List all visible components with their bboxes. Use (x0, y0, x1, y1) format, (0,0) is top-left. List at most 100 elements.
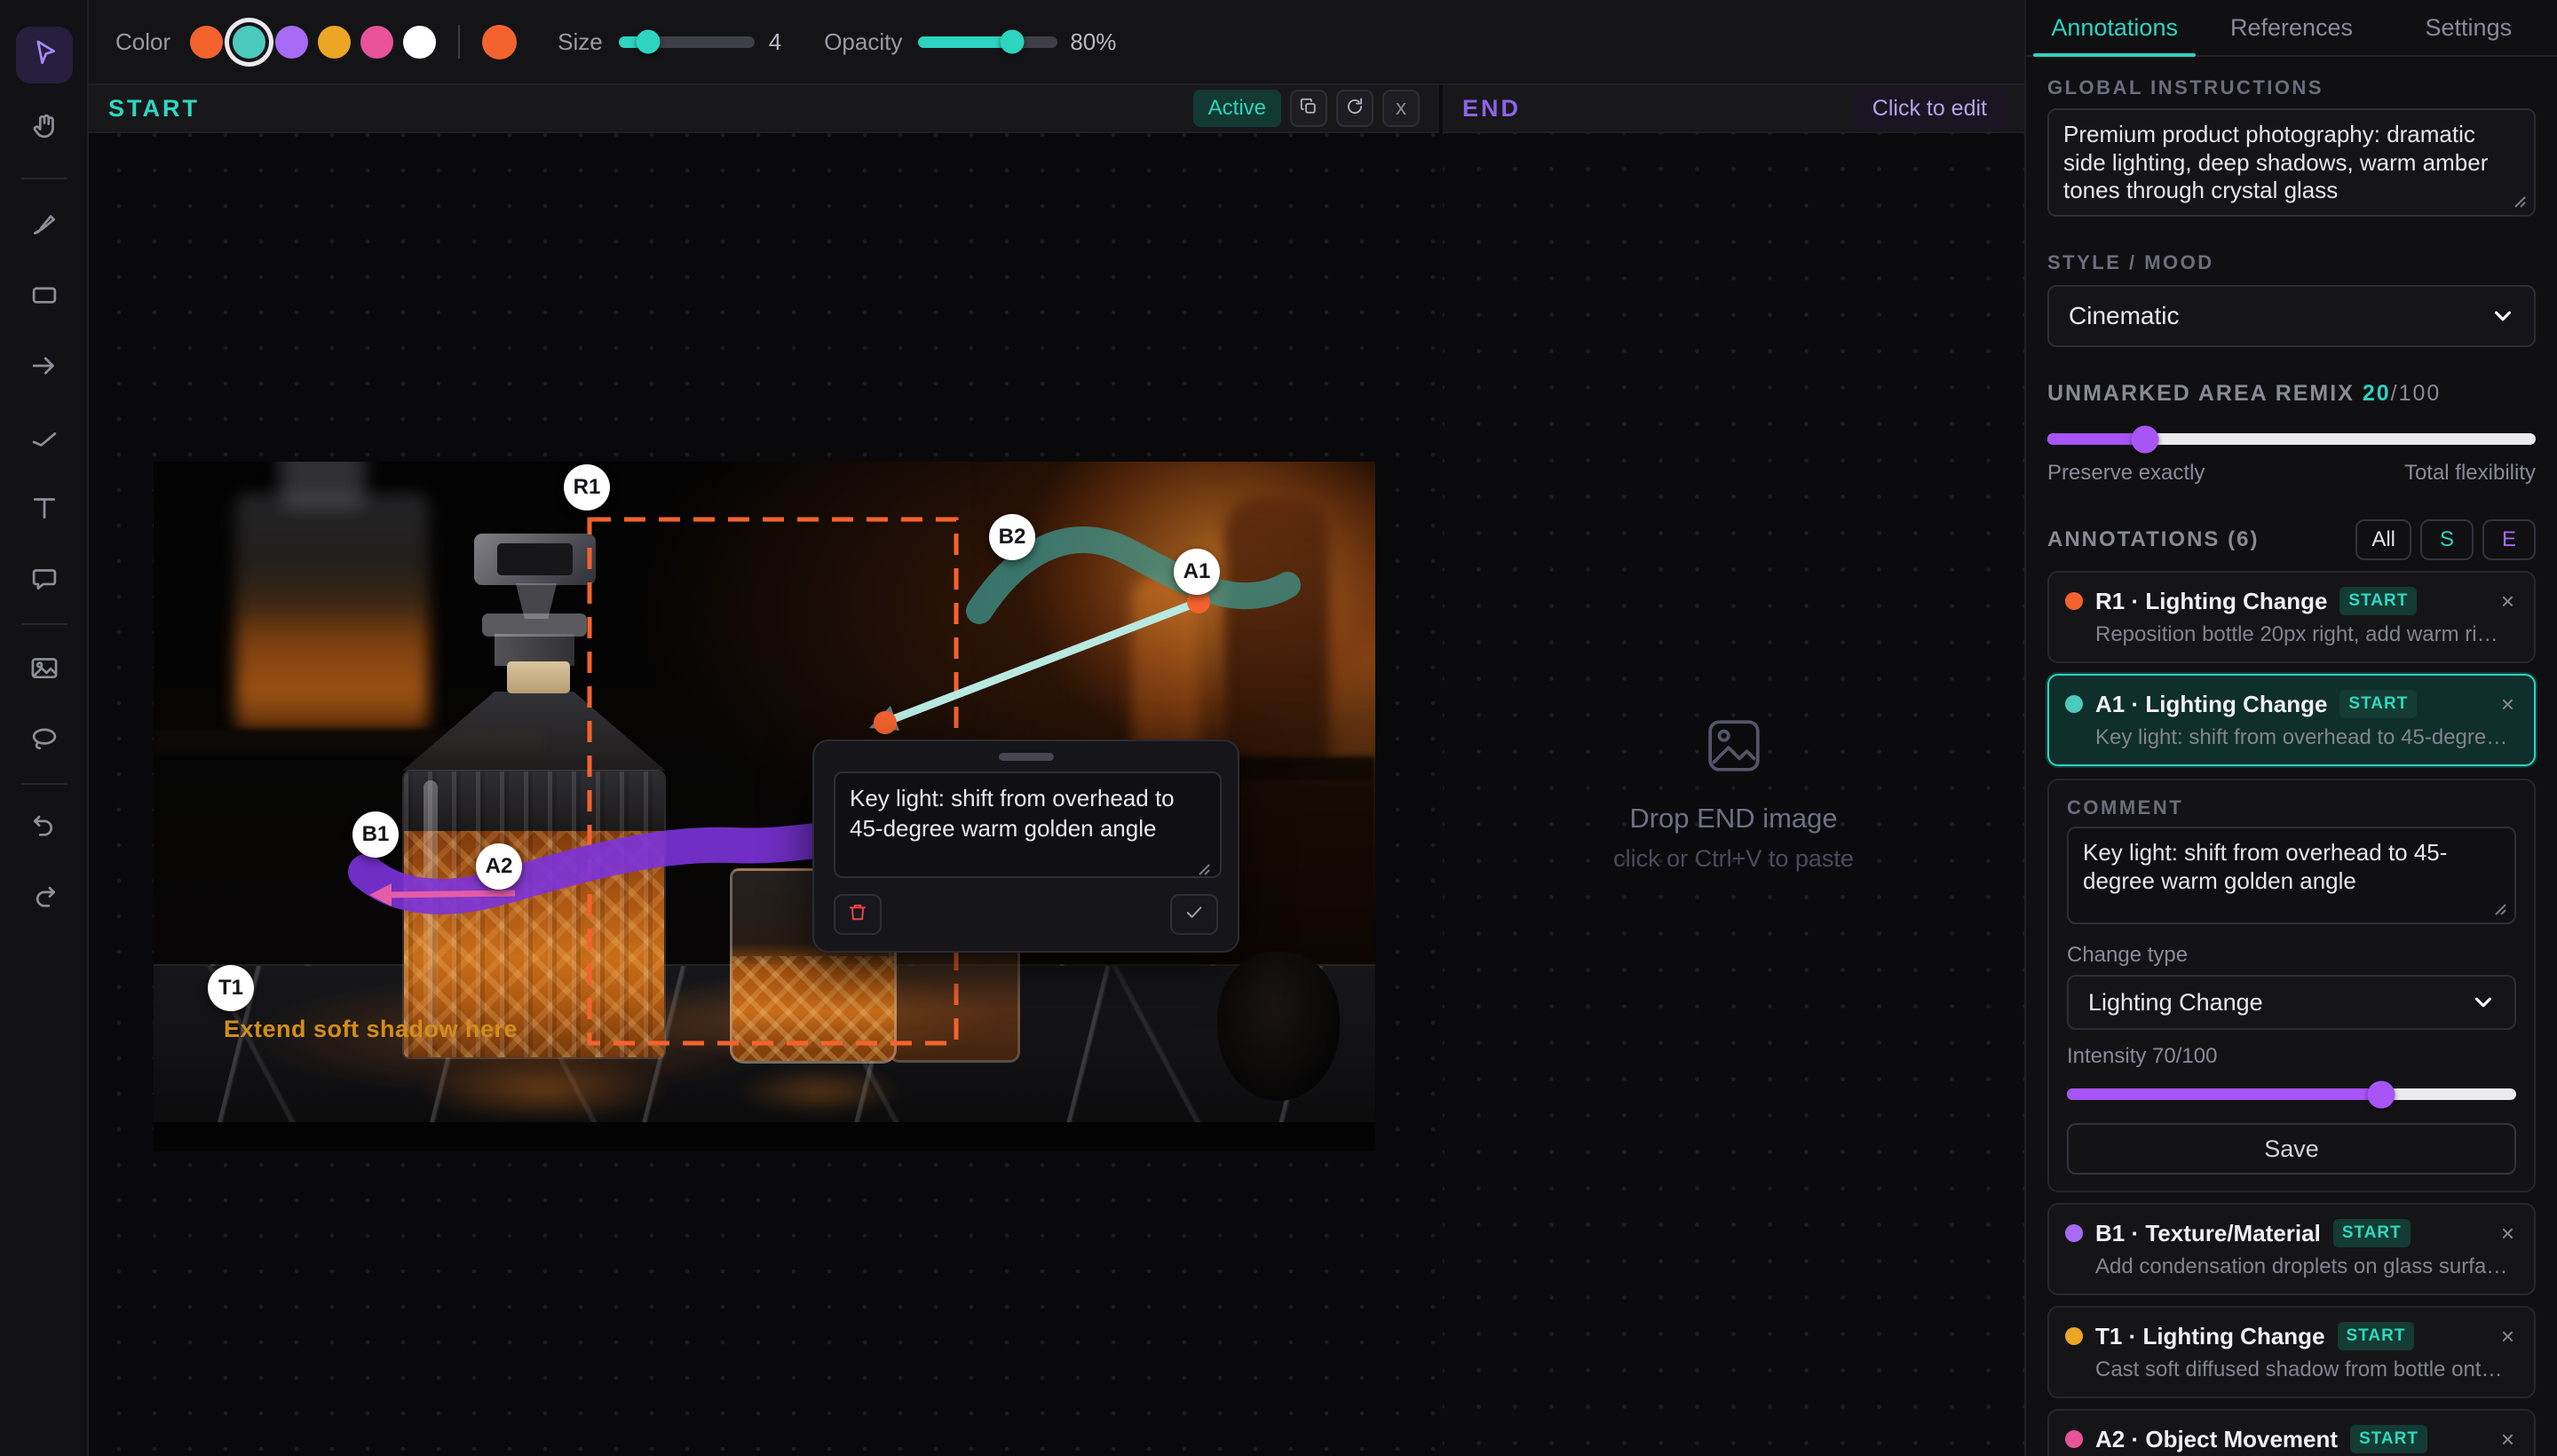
tool-select[interactable] (16, 27, 73, 83)
save-button[interactable]: Save (2067, 1123, 2516, 1175)
tool-image[interactable] (16, 641, 73, 698)
remix-slider-thumb[interactable] (2132, 425, 2159, 453)
background-bottle (1224, 497, 1329, 764)
tool-pan[interactable] (16, 99, 73, 156)
dropzone-title: Drop END image (1629, 803, 1837, 835)
tool-comment[interactable] (16, 552, 73, 609)
swatch-white[interactable] (403, 26, 436, 59)
delete-annotation-button[interactable]: × (2498, 588, 2518, 615)
popup-drag-handle[interactable] (999, 753, 1054, 761)
current-color-swatch[interactable] (482, 25, 517, 59)
copy-icon (1298, 96, 1319, 122)
size-slider-thumb[interactable] (637, 30, 661, 54)
annotation-title: B1 · Texture/Material (2095, 1220, 2321, 1247)
active-badge[interactable]: Active (1193, 90, 1281, 127)
tool-curve[interactable] (16, 410, 73, 467)
color-palette (190, 25, 517, 59)
tab-settings[interactable]: Settings (2380, 0, 2557, 55)
comment-input[interactable]: Key light: shift from overhead to 45-deg… (2067, 827, 2516, 924)
canvas-marker-b2[interactable]: B2 (989, 514, 1035, 560)
size-slider[interactable] (619, 36, 755, 48)
cursor-icon (28, 36, 61, 75)
tool-rectangle[interactable] (16, 268, 73, 325)
annotation-card-t1[interactable]: T1 · Lighting Change START × Cast soft d… (2047, 1306, 2536, 1398)
start-badge: START (2339, 690, 2417, 718)
delete-annotation-button[interactable]: × (2498, 1220, 2518, 1247)
canvas-marker-t1[interactable]: T1 (208, 965, 254, 1011)
swatch-teal-selected[interactable] (233, 26, 265, 59)
change-type-select[interactable]: Lighting Change (2067, 975, 2516, 1030)
canvas-marker-b1[interactable]: B1 (352, 811, 399, 858)
tab-annotations[interactable]: Annotations (2026, 0, 2203, 55)
swatch-amber[interactable] (318, 26, 351, 59)
annotation-card-r1[interactable]: R1 · Lighting Change START × Reposition … (2047, 571, 2536, 663)
annotation-title: R1 · Lighting Change (2095, 588, 2327, 615)
background-bottle (1132, 575, 1199, 757)
redo-icon (28, 882, 61, 920)
trash-icon (846, 901, 869, 929)
delete-annotation-button[interactable]: × (2498, 1426, 2518, 1453)
filter-start-button[interactable]: S (2420, 519, 2474, 560)
start-panel: START Active x (89, 85, 1439, 1456)
intensity-slider[interactable] (2067, 1088, 2516, 1100)
t1-text-annotation[interactable]: Extend soft shadow here (224, 1016, 518, 1043)
annotation-desc: Cast soft diffused shadow from bottle on… (2095, 1357, 2513, 1382)
start-badge: START (2333, 1219, 2411, 1247)
intensity-slider-fill (2067, 1088, 2381, 1100)
close-start-button[interactable]: x (1382, 90, 1420, 127)
tool-redo[interactable] (16, 872, 73, 929)
tool-undo[interactable] (16, 801, 73, 858)
annotation-card-a1-selected[interactable]: A1 · Lighting Change START × Key light: … (2047, 674, 2536, 766)
popup-confirm-button[interactable] (1170, 894, 1218, 935)
annotation-card-a2[interactable]: A2 · Object Movement START × Slide glass… (2047, 1409, 2536, 1456)
start-badge: START (2350, 1425, 2427, 1453)
swatch-orange[interactable] (190, 26, 223, 59)
tab-references[interactable]: References (2203, 0, 2379, 55)
global-instructions-input[interactable]: Premium product photography: dramatic si… (2047, 108, 2536, 217)
intensity-slider-thumb[interactable] (2368, 1080, 2395, 1108)
properties-panel: Annotations References Settings GLOBAL I… (2024, 0, 2557, 1456)
sidebar-divider (21, 178, 67, 179)
delete-annotation-button[interactable]: × (2498, 1323, 2518, 1350)
opacity-value: 80% (1070, 28, 1116, 56)
filter-all-button[interactable]: All (2355, 519, 2411, 560)
canvas-marker-a2[interactable]: A2 (476, 843, 522, 890)
opacity-slider-thumb[interactable] (1000, 30, 1024, 54)
tool-arrow[interactable] (16, 339, 73, 396)
tool-text[interactable] (16, 481, 73, 538)
hand-icon (28, 109, 61, 147)
annotation-comment-popup: Key light: shift from overhead to 45-deg… (812, 740, 1239, 953)
comment-label: COMMENT (2067, 796, 2516, 819)
filter-end-button[interactable]: E (2482, 519, 2536, 560)
tool-sidebar (0, 0, 89, 1456)
start-badge: START (2338, 1322, 2415, 1350)
swatch-pink[interactable] (360, 26, 393, 59)
tool-brush[interactable] (16, 197, 73, 254)
remix-slider[interactable] (2047, 433, 2536, 445)
sidebar-divider (21, 623, 67, 625)
vase-silhouette (1217, 952, 1340, 1101)
delete-annotation-button[interactable]: × (2498, 691, 2518, 718)
opacity-slider[interactable] (918, 36, 1057, 48)
canvas-marker-r1[interactable]: R1 (564, 464, 610, 510)
popup-comment-input[interactable]: Key light: shift from overhead to 45-deg… (834, 772, 1222, 878)
canvas-marker-a1[interactable]: A1 (1174, 549, 1220, 595)
refresh-button[interactable] (1336, 90, 1373, 127)
annotation-card-b1[interactable]: B1 · Texture/Material START × Add conden… (2047, 1203, 2536, 1295)
start-canvas[interactable]: R1 B2 A1 B1 A2 T1 Extend soft shadow her… (89, 133, 1439, 1456)
decanter-stopper (474, 534, 596, 585)
undo-icon (28, 811, 61, 849)
background-decanter (235, 494, 429, 732)
copy-button[interactable] (1290, 90, 1327, 127)
end-image-dropzone[interactable]: Drop END image click or Ctrl+V to paste (1443, 133, 2024, 1456)
dropzone-hint: click or Ctrl+V to paste (1613, 845, 1854, 873)
style-mood-select[interactable]: Cinematic (2047, 285, 2536, 347)
annotation-title: A2 · Object Movement (2095, 1426, 2338, 1453)
remix-left-hint: Preserve exactly (2047, 461, 2205, 486)
click-to-edit-button[interactable]: Click to edit (1855, 88, 2005, 130)
tool-lasso[interactable] (16, 712, 73, 769)
start-panel-title: START (108, 95, 200, 123)
swatch-purple[interactable] (275, 26, 308, 59)
popup-delete-button[interactable] (834, 894, 882, 935)
remix-right-hint: Total flexibility (2404, 461, 2536, 486)
